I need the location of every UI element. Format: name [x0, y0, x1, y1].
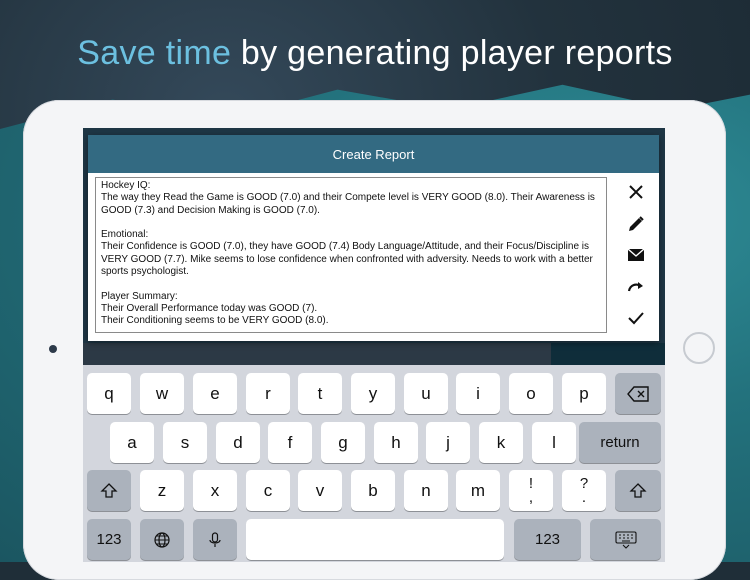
key-q[interactable]: q	[87, 373, 131, 414]
key-u[interactable]: u	[404, 373, 448, 414]
key-e[interactable]: e	[193, 373, 237, 414]
key-l[interactable]: l	[532, 422, 576, 463]
create-report-dialog: Create Report Hockey IQ: The way they Re…	[88, 135, 659, 341]
share-button[interactable]	[625, 276, 647, 298]
numbers-key-left[interactable]: 123	[87, 519, 131, 560]
close-button[interactable]	[625, 181, 647, 203]
key-r[interactable]: r	[246, 373, 290, 414]
email-button[interactable]	[625, 244, 647, 266]
key-v[interactable]: v	[298, 470, 342, 511]
shift-key-right[interactable]	[615, 470, 661, 511]
space-key[interactable]	[246, 519, 504, 560]
key-m[interactable]: m	[456, 470, 500, 511]
checkmark-icon	[628, 312, 644, 325]
key-n[interactable]: n	[404, 470, 448, 511]
pencil-icon	[629, 215, 644, 231]
numbers-key-right[interactable]: 123	[514, 519, 581, 560]
key-punct-bottom: ,	[528, 488, 534, 506]
confirm-button[interactable]	[625, 307, 647, 329]
report-textarea[interactable]: Hockey IQ: The way they Read the Game is…	[95, 177, 607, 333]
key-x[interactable]: x	[193, 470, 237, 511]
key-s[interactable]: s	[163, 422, 207, 463]
home-button[interactable]	[683, 332, 715, 364]
camera	[49, 345, 57, 353]
keyboard-dismiss-icon	[614, 530, 637, 549]
report-paragraph-hockey-iq: Hockey IQ: The way they Read the Game is…	[101, 180, 595, 216]
globe-icon	[154, 531, 170, 548]
key-f[interactable]: f	[268, 422, 312, 463]
key-p[interactable]: p	[562, 373, 606, 414]
key-k[interactable]: k	[479, 422, 523, 463]
key-c[interactable]: c	[246, 470, 290, 511]
shift-key-left[interactable]	[87, 470, 131, 511]
key-b[interactable]: b	[351, 470, 395, 511]
key-y[interactable]: y	[351, 373, 395, 414]
backspace-icon	[627, 385, 649, 402]
shift-icon	[629, 482, 647, 498]
key-g[interactable]: g	[321, 422, 365, 463]
keyboard: q w e r t y u i o p a s d f g h j k l re…	[83, 365, 665, 562]
dictation-key[interactable]	[193, 519, 237, 560]
key-exclamation-comma[interactable]: ! ,	[509, 470, 553, 511]
screen: Create Report Hockey IQ: The way they Re…	[83, 128, 665, 562]
dismiss-keyboard-key[interactable]	[590, 519, 661, 560]
report-paragraph-emotional: Emotional: Their Confidence is GOOD (7.0…	[101, 229, 593, 278]
delete-key[interactable]	[615, 373, 661, 414]
key-d[interactable]: d	[216, 422, 260, 463]
redo-icon	[627, 281, 643, 291]
headline: Save time by generating player reports	[0, 34, 750, 73]
key-i[interactable]: i	[456, 373, 500, 414]
action-bar	[623, 181, 649, 339]
key-o[interactable]: o	[509, 373, 553, 414]
shift-icon	[100, 482, 118, 498]
return-key[interactable]: return	[579, 422, 661, 463]
key-z[interactable]: z	[140, 470, 184, 511]
key-question-period[interactable]: ? .	[562, 470, 606, 511]
envelope-icon	[627, 248, 645, 261]
key-j[interactable]: j	[426, 422, 470, 463]
key-punct-bottom: .	[581, 488, 587, 506]
edit-button[interactable]	[625, 213, 647, 235]
key-a[interactable]: a	[110, 422, 154, 463]
key-h[interactable]: h	[374, 422, 418, 463]
close-icon	[629, 185, 643, 199]
microphone-icon	[209, 531, 221, 547]
report-paragraph-summary: Player Summary: Their Overall Performanc…	[101, 290, 329, 327]
key-w[interactable]: w	[140, 373, 184, 414]
key-t[interactable]: t	[298, 373, 342, 414]
globe-key[interactable]	[140, 519, 184, 560]
headline-accent: Save time	[77, 34, 232, 72]
dialog-title: Create Report	[88, 135, 659, 173]
headline-rest: by generating player reports	[231, 34, 673, 72]
